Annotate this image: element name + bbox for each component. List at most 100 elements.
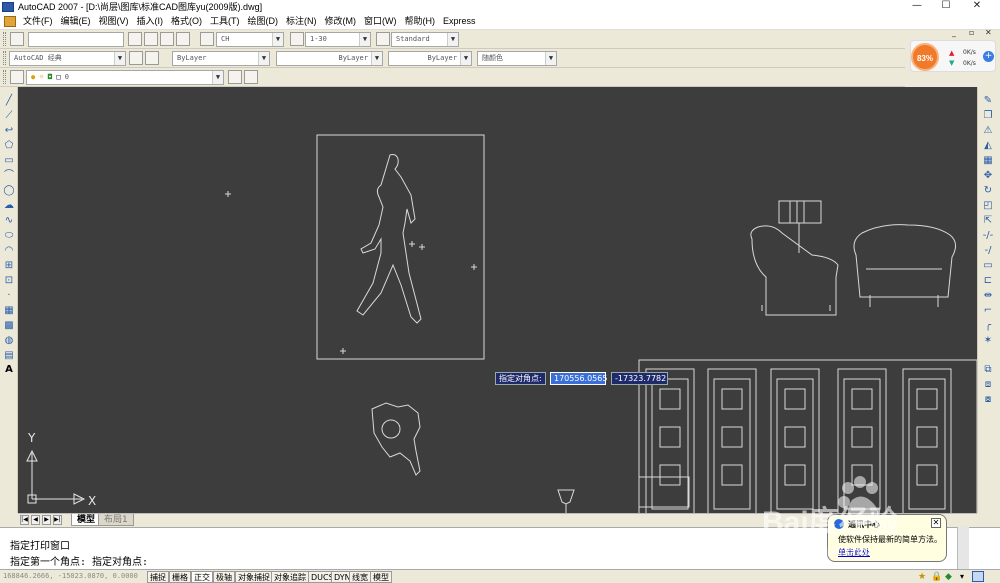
point-icon[interactable]: · bbox=[2, 289, 16, 302]
break-icon[interactable]: ⊏ bbox=[981, 274, 995, 287]
save-view-icon[interactable] bbox=[144, 32, 158, 46]
hatch-icon[interactable]: ▦ bbox=[2, 304, 16, 317]
save-workspace-icon[interactable] bbox=[145, 51, 159, 65]
blank-combo[interactable] bbox=[28, 32, 124, 47]
menu-edit[interactable]: 编辑(E) bbox=[57, 14, 95, 29]
extend-icon[interactable]: -/ bbox=[981, 244, 995, 257]
text-style-icon[interactable] bbox=[200, 32, 214, 46]
paste-icon[interactable] bbox=[176, 32, 190, 46]
dim-style-icon[interactable] bbox=[290, 32, 304, 46]
menu-file[interactable]: 文件(F) bbox=[19, 14, 57, 29]
insert-block-icon[interactable]: ⊞ bbox=[2, 259, 16, 272]
text-style-combo[interactable]: CH ▼ bbox=[216, 32, 284, 47]
region-icon[interactable]: ◍ bbox=[2, 334, 16, 347]
grid-toggle[interactable]: 栅格 bbox=[169, 571, 191, 583]
command-scrollbar[interactable] bbox=[957, 527, 969, 569]
rectangle-icon[interactable]: ▭ bbox=[2, 154, 16, 167]
polyline-icon[interactable]: ↩ bbox=[2, 124, 16, 137]
menu-format[interactable]: 格式(O) bbox=[167, 14, 206, 29]
next-tab-icon[interactable]: ▶ bbox=[42, 515, 51, 525]
gradient-icon[interactable]: ▩ bbox=[2, 319, 16, 332]
network-monitor[interactable]: 83% ▲ 0K/s ▼ 0K/s + bbox=[910, 40, 996, 72]
toolbar-grip[interactable] bbox=[3, 32, 6, 46]
minimize-button[interactable]: — bbox=[902, 0, 932, 13]
chamfer-icon[interactable]: ⌐ bbox=[981, 304, 995, 317]
menu-draw[interactable]: 绘图(D) bbox=[244, 14, 283, 29]
doc-close-button[interactable]: ✕ bbox=[985, 28, 992, 37]
otrack-toggle[interactable]: 对象追踪 bbox=[271, 571, 309, 583]
dyn-x-input[interactable]: 170556.0565 bbox=[550, 372, 607, 385]
tab-model[interactable]: 模型 bbox=[71, 514, 102, 526]
menu-view[interactable]: 视图(V) bbox=[95, 14, 133, 29]
menu-window[interactable]: 窗口(W) bbox=[360, 14, 401, 29]
make-current-layer-icon[interactable] bbox=[228, 70, 242, 84]
circle-icon[interactable]: ◯ bbox=[2, 184, 16, 197]
stretch-icon[interactable]: ⇱ bbox=[981, 214, 995, 227]
tray-menu-icon[interactable]: ▾ bbox=[960, 572, 964, 581]
prev-tab-icon[interactable]: ◀ bbox=[31, 515, 40, 525]
explode-icon[interactable]: ✶ bbox=[981, 334, 995, 347]
drawing-canvas[interactable]: Y X 指定对角点: 170556.0565 -17323.7782 bbox=[18, 87, 977, 513]
join-icon[interactable]: ⇹ bbox=[981, 289, 995, 302]
close-button[interactable]: ✕ bbox=[962, 0, 992, 13]
send-back-icon[interactable]: ⧇ bbox=[981, 393, 995, 406]
linetype-combo[interactable]: ByLayer ▼ bbox=[276, 51, 383, 66]
draw-order-icon[interactable]: ⧉ bbox=[981, 363, 995, 376]
move-icon[interactable]: ✥ bbox=[981, 169, 995, 182]
clean-screen-icon[interactable] bbox=[972, 571, 984, 582]
table-style-icon[interactable] bbox=[376, 32, 390, 46]
menu-insert[interactable]: 插入(I) bbox=[133, 14, 168, 29]
scale-icon[interactable]: ◰ bbox=[981, 199, 995, 212]
make-block-icon[interactable]: ⊡ bbox=[2, 274, 16, 287]
balloon-link[interactable]: 单击此处 bbox=[838, 547, 870, 558]
copy-icon[interactable] bbox=[160, 32, 174, 46]
offset-icon[interactable]: ◭ bbox=[981, 139, 995, 152]
menu-express[interactable]: Express bbox=[439, 14, 480, 29]
bring-front-icon[interactable]: ⧈ bbox=[981, 378, 995, 391]
ellipse-arc-icon[interactable]: ◠ bbox=[2, 244, 16, 257]
construction-line-icon[interactable]: ⟋ bbox=[2, 109, 16, 122]
spline-icon[interactable]: ∿ bbox=[2, 214, 16, 227]
mirror-icon[interactable]: ⚠ bbox=[981, 124, 995, 137]
communication-center-icon[interactable]: ★ bbox=[918, 572, 926, 582]
menu-help[interactable]: 帮助(H) bbox=[401, 14, 440, 29]
tray-settings-icon[interactable]: ◆ bbox=[945, 572, 952, 582]
polygon-icon[interactable]: ⬠ bbox=[2, 139, 16, 152]
command-prompt-line[interactable]: 指定第一个角点: 指定对角点: bbox=[10, 553, 148, 568]
table-style-combo[interactable]: Standard ▼ bbox=[391, 32, 459, 47]
menu-tools[interactable]: 工具(T) bbox=[206, 14, 244, 29]
layer-manager-icon[interactable] bbox=[10, 70, 24, 84]
multiline-text-icon[interactable]: A bbox=[2, 363, 16, 376]
array-icon[interactable]: ▦ bbox=[981, 154, 995, 167]
notification-balloon[interactable]: 通讯中心 ✕ 使软件保持最新的简单方法。 单击此处 bbox=[827, 514, 947, 562]
menu-modify[interactable]: 修改(M) bbox=[321, 14, 361, 29]
revcloud-icon[interactable]: ☁ bbox=[2, 199, 16, 212]
maximize-button[interactable]: ☐ bbox=[931, 0, 961, 13]
erase-icon[interactable]: ✎ bbox=[981, 94, 995, 107]
tab-layout1[interactable]: 布局1 bbox=[98, 514, 134, 526]
break-point-icon[interactable]: ▭ bbox=[981, 259, 995, 272]
lineweight-combo[interactable]: ByLayer ▼ bbox=[388, 51, 472, 66]
plus-icon[interactable]: + bbox=[983, 51, 994, 62]
layer-combo[interactable]: ● ☼ ◘ □ 0 ▼ bbox=[26, 70, 224, 85]
last-tab-icon[interactable]: ▶| bbox=[53, 515, 62, 525]
dim-style-combo[interactable]: 1-30 ▼ bbox=[305, 32, 371, 47]
plotstyle-combo[interactable]: 随颜色 ▼ bbox=[477, 51, 557, 66]
lock-icon[interactable]: 🔒 bbox=[931, 572, 942, 582]
toolbar-grip[interactable] bbox=[3, 70, 6, 84]
edit-icon[interactable] bbox=[10, 32, 24, 46]
window-select-icon[interactable] bbox=[128, 32, 142, 46]
ortho-toggle[interactable]: 正交 bbox=[191, 571, 213, 583]
toolbar-grip[interactable] bbox=[3, 51, 6, 65]
trim-icon[interactable]: -/- bbox=[981, 229, 995, 242]
line-icon[interactable]: ╱ bbox=[2, 94, 16, 107]
autocad-app-icon[interactable] bbox=[2, 1, 14, 12]
doc-restore-button[interactable]: ▫ bbox=[969, 28, 974, 37]
close-icon[interactable]: ✕ bbox=[931, 518, 941, 528]
lineweight-toggle[interactable]: 线宽 bbox=[349, 571, 371, 583]
fillet-icon[interactable]: ╭ bbox=[981, 319, 995, 332]
osnap-toggle[interactable]: 对象捕捉 bbox=[235, 571, 273, 583]
model-toggle[interactable]: 模型 bbox=[370, 571, 392, 583]
document-icon[interactable] bbox=[4, 15, 16, 27]
layer-previous-icon[interactable] bbox=[244, 70, 258, 84]
